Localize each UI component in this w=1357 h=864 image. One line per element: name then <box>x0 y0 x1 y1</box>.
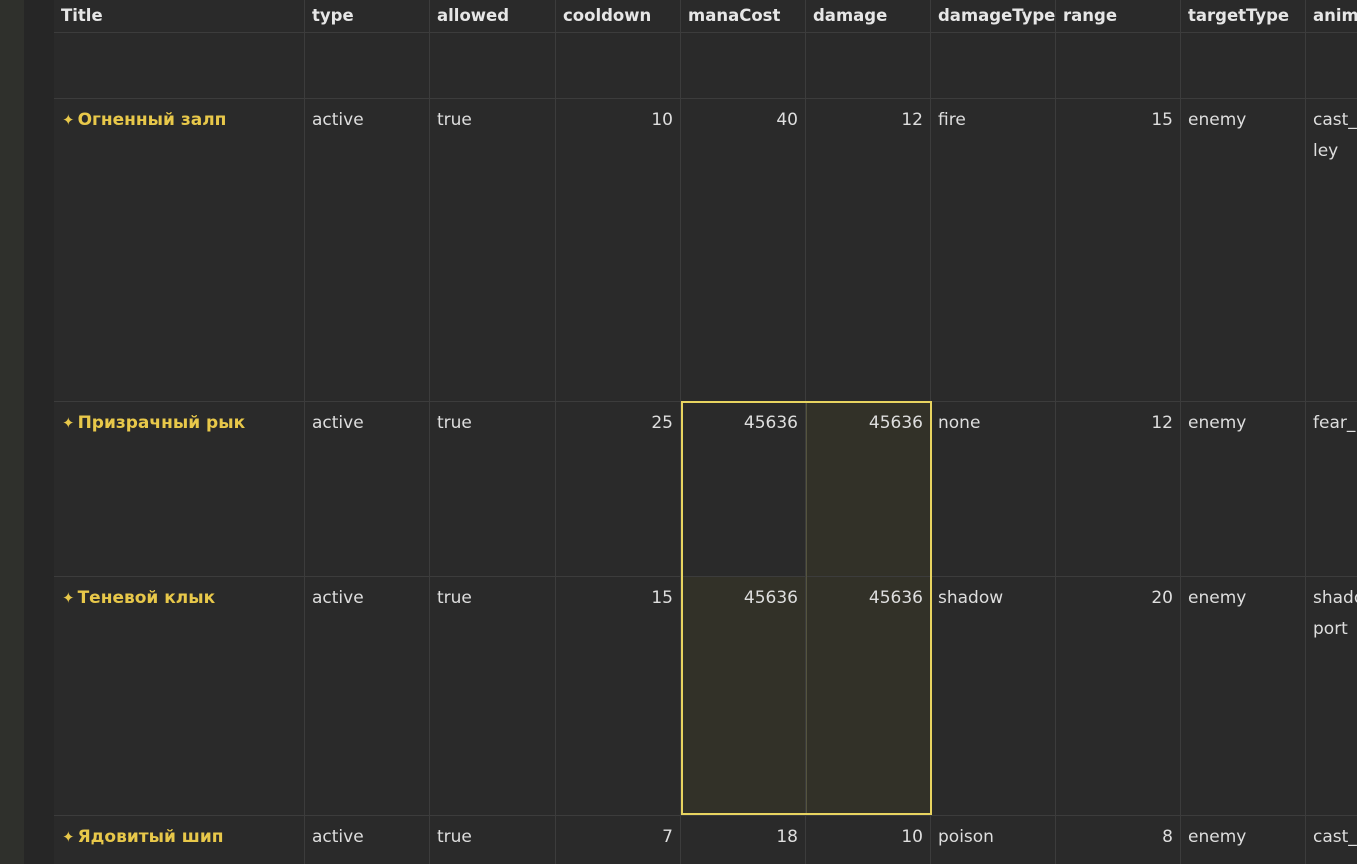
column-header-title[interactable]: Title <box>54 0 305 32</box>
type-cell[interactable]: active <box>305 577 430 815</box>
manacost-cell[interactable]: 18 <box>681 816 806 864</box>
column-header-cooldown[interactable]: cooldown <box>556 0 681 32</box>
table-row: ✦ Призрачный рык active true 25 45636 456… <box>54 402 1357 577</box>
empty-cell[interactable] <box>806 33 931 98</box>
targettype-cell[interactable]: enemy <box>1181 577 1306 815</box>
allowed-cell[interactable]: true <box>430 99 556 401</box>
empty-row <box>54 33 1357 99</box>
range-cell[interactable]: 12 <box>1056 402 1181 576</box>
allowed-cell[interactable]: true <box>430 577 556 815</box>
sparkles-icon: ✦ <box>62 828 75 846</box>
row-gutter <box>24 0 54 864</box>
damage-cell[interactable]: 45636 <box>806 402 931 576</box>
type-cell[interactable]: active <box>305 402 430 576</box>
empty-cell[interactable] <box>1056 33 1181 98</box>
empty-cell[interactable] <box>556 33 681 98</box>
column-header-type[interactable]: type <box>305 0 430 32</box>
manacost-cell[interactable]: 45636 <box>681 577 806 815</box>
damage-cell[interactable]: 10 <box>806 816 931 864</box>
empty-cell[interactable] <box>1306 33 1357 98</box>
column-header-manacost[interactable]: manaCost <box>681 0 806 32</box>
cooldown-cell[interactable]: 7 <box>556 816 681 864</box>
column-header-allowed[interactable]: allowed <box>430 0 556 32</box>
range-cell[interactable]: 8 <box>1056 816 1181 864</box>
anim-cell[interactable]: fear_ <box>1306 402 1357 576</box>
empty-cell[interactable] <box>305 33 430 98</box>
empty-cell[interactable] <box>1181 33 1306 98</box>
damagetype-cell[interactable]: poison <box>931 816 1056 864</box>
anim-cell[interactable]: cast_ ley <box>1306 99 1357 401</box>
table-row: ✦ Ядовитый шип active true 7 18 10 poison… <box>54 816 1357 864</box>
manacost-cell[interactable]: 45636 <box>681 402 806 576</box>
table-row: ✦ Теневой клык active true 15 45636 45636… <box>54 577 1357 816</box>
anim-cell[interactable]: cast_ <box>1306 816 1357 864</box>
damage-cell[interactable]: 45636 <box>806 577 931 815</box>
table-header-row: Title type allowed cooldown manaCost dam… <box>54 0 1357 33</box>
targettype-cell[interactable]: enemy <box>1181 402 1306 576</box>
damagetype-cell[interactable]: none <box>931 402 1056 576</box>
title-text[interactable]: Призрачный рык <box>78 413 246 433</box>
column-header-range[interactable]: range <box>1056 0 1181 32</box>
column-header-damage[interactable]: damage <box>806 0 931 32</box>
empty-cell[interactable] <box>931 33 1056 98</box>
damagetype-cell[interactable]: shadow <box>931 577 1056 815</box>
anim-cell[interactable]: shado port <box>1306 577 1357 815</box>
title-cell[interactable]: ✦ Призрачный рык <box>54 402 305 576</box>
type-cell[interactable]: active <box>305 99 430 401</box>
table-row: ✦ Огненный залп active true 10 40 12 fire… <box>54 99 1357 402</box>
targettype-cell[interactable]: enemy <box>1181 816 1306 864</box>
allowed-cell[interactable]: true <box>430 402 556 576</box>
type-cell[interactable]: active <box>305 816 430 864</box>
targettype-cell[interactable]: enemy <box>1181 99 1306 401</box>
cooldown-cell[interactable]: 25 <box>556 402 681 576</box>
column-header-targettype[interactable]: targetType <box>1181 0 1306 32</box>
empty-cell[interactable] <box>54 33 305 98</box>
title-cell[interactable]: ✦ Огненный залп <box>54 99 305 401</box>
title-cell[interactable]: ✦ Теневой клык <box>54 577 305 815</box>
empty-cell[interactable] <box>681 33 806 98</box>
title-text[interactable]: Ядовитый шип <box>78 827 224 847</box>
range-cell[interactable]: 20 <box>1056 577 1181 815</box>
app-edge-strip <box>0 0 24 864</box>
manacost-cell[interactable]: 40 <box>681 99 806 401</box>
title-text[interactable]: Теневой клык <box>78 588 216 608</box>
damage-cell[interactable]: 12 <box>806 99 931 401</box>
sparkles-icon: ✦ <box>62 414 75 432</box>
database-table: Title type allowed cooldown manaCost dam… <box>54 0 1357 864</box>
column-header-damagetype[interactable]: damageType <box>931 0 1056 32</box>
title-cell[interactable]: ✦ Ядовитый шип <box>54 816 305 864</box>
sparkles-icon: ✦ <box>62 111 75 129</box>
title-text[interactable]: Огненный залп <box>78 110 227 130</box>
empty-cell[interactable] <box>430 33 556 98</box>
range-cell[interactable]: 15 <box>1056 99 1181 401</box>
cooldown-cell[interactable]: 10 <box>556 99 681 401</box>
column-header-anim[interactable]: anim <box>1306 0 1357 32</box>
sparkles-icon: ✦ <box>62 589 75 607</box>
allowed-cell[interactable]: true <box>430 816 556 864</box>
damagetype-cell[interactable]: fire <box>931 99 1056 401</box>
cooldown-cell[interactable]: 15 <box>556 577 681 815</box>
